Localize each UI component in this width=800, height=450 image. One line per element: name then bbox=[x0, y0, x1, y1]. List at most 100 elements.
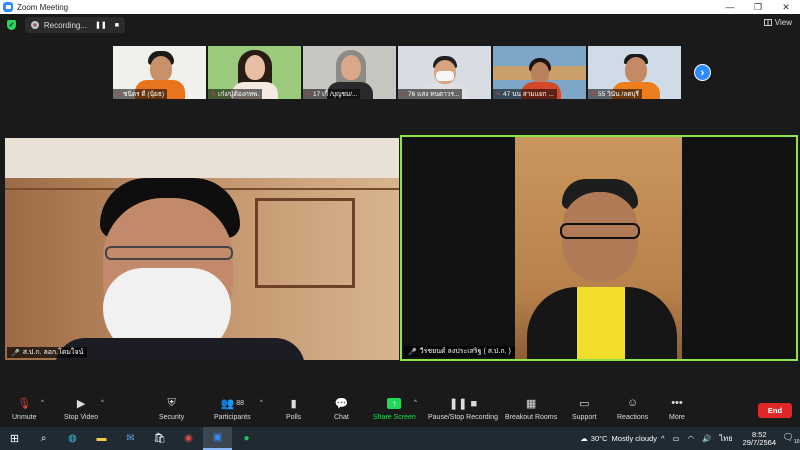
security-shield-icon[interactable]: ✓ bbox=[7, 20, 16, 30]
file-explorer-icon[interactable]: ▬ bbox=[87, 427, 116, 450]
next-page-button[interactable]: › bbox=[694, 64, 711, 81]
muted-mic-icon: ✎ bbox=[401, 91, 407, 98]
security-label: Security bbox=[159, 414, 185, 421]
mic-icon: 🎤 bbox=[11, 349, 20, 357]
grid-view-icon bbox=[763, 19, 772, 26]
clock[interactable]: 8:52 29/7/2564 bbox=[742, 430, 776, 447]
bar-chart-icon: ▮ bbox=[290, 397, 297, 410]
muted-mic-icon: ✎ bbox=[306, 91, 312, 98]
search-icon[interactable]: ⌕ bbox=[29, 427, 58, 450]
chrome-icon[interactable]: ◉ bbox=[174, 427, 203, 450]
participant-thumbnail[interactable]: ✎ 76 แสง ทนตาวร... bbox=[398, 46, 491, 99]
security-button[interactable]: ⛨ Security bbox=[159, 396, 185, 422]
share-screen-icon: ↑ bbox=[387, 396, 402, 410]
more-button[interactable]: ••• More bbox=[669, 396, 685, 421]
participants-count: 88 bbox=[236, 399, 245, 407]
participant-thumbnail[interactable]: ✎ 17 เกื้ /บุญชม/... bbox=[303, 46, 396, 99]
battery-icon[interactable]: ▭ bbox=[673, 434, 680, 443]
video-camera-icon: ▶ bbox=[76, 397, 86, 410]
chat-bubble-icon: 💬 bbox=[334, 397, 349, 410]
unmute-label: Unmute bbox=[12, 414, 37, 421]
notification-count: 10 bbox=[793, 438, 800, 445]
maximize-button[interactable]: ❐ bbox=[744, 2, 772, 13]
smiley-icon: ☺ bbox=[626, 397, 639, 409]
video-tile-active-speaker[interactable]: 🎤 วีรชยนต์ ลงประเสริฐ ( ส.ป.ก. ) bbox=[400, 135, 798, 361]
video-options-caret[interactable]: ^ bbox=[101, 400, 104, 406]
participants-icon: 👥 88 bbox=[220, 397, 245, 410]
support-label: Support bbox=[572, 414, 597, 421]
shield-icon: ⛨ bbox=[167, 396, 176, 409]
store-icon[interactable]: 🛍 bbox=[145, 427, 174, 450]
unmute-button[interactable]: 🎙 Unmute bbox=[12, 396, 37, 422]
participant-thumbnail[interactable]: ✎ 47 นน สามแยก ... bbox=[493, 46, 586, 99]
breakout-rooms-label: Breakout Rooms bbox=[505, 414, 558, 421]
close-button[interactable]: ✕ bbox=[772, 2, 800, 13]
stop-recording-button[interactable]: ■ bbox=[115, 22, 119, 29]
stop-video-label: Stop Video bbox=[64, 414, 99, 421]
stop-video-button[interactable]: ▶ Stop Video bbox=[64, 396, 99, 422]
notification-icon[interactable]: 🗨10 bbox=[782, 432, 800, 445]
support-button[interactable]: ▭ Support bbox=[572, 396, 597, 422]
end-meeting-button[interactable]: End bbox=[758, 403, 792, 418]
weather-cloud-icon: ☁ bbox=[580, 434, 588, 443]
wifi-icon[interactable]: ◠ bbox=[688, 434, 695, 443]
share-screen-label: Share Screen bbox=[373, 414, 416, 421]
tray-overflow-icon[interactable]: ^ bbox=[661, 434, 665, 443]
temperature-text: 30°C bbox=[590, 434, 608, 443]
participant-name-label: ✎ เก๋ง/นู๋ต้องกทพ. bbox=[208, 89, 263, 99]
line-app-icon[interactable]: ● bbox=[232, 427, 261, 450]
muted-mic-icon: ✎ bbox=[116, 91, 122, 98]
mic-icon: 🎤 bbox=[408, 348, 417, 356]
clock-date: 29/7/2564 bbox=[742, 437, 776, 447]
breakout-rooms-button[interactable]: ▦ Breakout Rooms bbox=[505, 396, 558, 422]
share-screen-button[interactable]: ↑ Share Screen bbox=[373, 396, 416, 421]
participant-name-label: ✎ 47 นน สามแยก ... bbox=[493, 89, 557, 99]
video-tile-left[interactable]: 🎤 ส.ป.ก. ลอก.โดมใจน์ bbox=[5, 138, 399, 360]
recording-label: Recording... bbox=[43, 20, 88, 30]
weather-text: Mostly cloudy bbox=[611, 434, 657, 443]
recording-cloud-icon bbox=[31, 21, 39, 29]
participant-thumbnail[interactable]: ✎ 55 วินัน /ลตบุรี bbox=[588, 46, 681, 99]
participant-name-label: ✎ 55 วินัน /ลตบุรี bbox=[588, 89, 643, 99]
pause-stop-icon: ❚❚ ■ bbox=[448, 397, 478, 410]
polls-button[interactable]: ▮ Polls bbox=[286, 396, 302, 422]
muted-mic-icon: ✎ bbox=[496, 91, 502, 98]
minimize-button[interactable]: — bbox=[716, 2, 744, 12]
participant-name-label: ✎ 76 แสง ทนตาวร... bbox=[398, 89, 463, 99]
windows-start-icon[interactable]: ⊞ bbox=[0, 427, 29, 450]
mail-icon[interactable]: ✉ bbox=[116, 427, 145, 450]
participant-thumbnail[interactable]: ✎ เก๋ง/นู๋ต้องกทพ. bbox=[208, 46, 301, 99]
pause-recording-button[interactable]: ❚❚ bbox=[95, 21, 107, 29]
reactions-button[interactable]: ☺ Reactions bbox=[617, 396, 648, 421]
participants-options-caret[interactable]: ^ bbox=[260, 400, 263, 406]
recording-indicator: Recording... ❚❚ ■ bbox=[25, 17, 125, 33]
view-label: View bbox=[774, 18, 792, 27]
chat-button[interactable]: 💬 Chat bbox=[334, 396, 349, 422]
muted-mic-icon: ✎ bbox=[211, 91, 217, 98]
reactions-label: Reactions bbox=[617, 414, 649, 421]
speaker-name-label: 🎤 ส.ป.ก. ลอก.โดมใจน์ bbox=[7, 347, 88, 358]
language-indicator[interactable]: ไทย bbox=[720, 433, 733, 445]
window-title: Zoom Meeting bbox=[17, 2, 69, 12]
edge-browser-icon[interactable]: ◍ bbox=[58, 427, 87, 450]
view-button[interactable]: View bbox=[763, 18, 792, 27]
breakout-grid-icon: ▦ bbox=[525, 397, 537, 410]
participant-thumbnail[interactable]: ✎ ชนิตร ดี (นุ้ยธ) bbox=[113, 46, 206, 99]
zoom-taskbar-icon[interactable]: ▣ bbox=[203, 427, 232, 450]
participants-label: Participants bbox=[214, 414, 251, 421]
pause-stop-recording-button[interactable]: ❚❚ ■ Pause/Stop Recording bbox=[428, 396, 499, 422]
chat-label: Chat bbox=[334, 414, 349, 421]
volume-icon[interactable]: 🔊 bbox=[702, 434, 711, 443]
system-tray: ☁ 30°C Mostly cloudy ^ ▭ ◠ 🔊 ไทย 8:52 29… bbox=[580, 427, 800, 450]
meeting-topbar: ✓ Recording... ❚❚ ■ View bbox=[0, 14, 800, 36]
muted-mic-icon: ✎ bbox=[591, 91, 597, 98]
participant-strip: ✎ ชนิตร ดี (นุ้ยธ) ✎ เก๋ง/นู๋ต้องกทพ. ✎ 17 … bbox=[113, 46, 681, 99]
share-options-caret[interactable]: ^ bbox=[414, 400, 417, 406]
participants-button[interactable]: 👥 88 Participants bbox=[214, 396, 251, 422]
pause-stop-recording-label: Pause/Stop Recording bbox=[428, 414, 499, 421]
audio-options-caret[interactable]: ^ bbox=[41, 400, 44, 406]
windows-taskbar: ⊞ ⌕ ◍ ▬ ✉ 🛍 ◉ ▣ ● ☁ 30°C Mostly cloudy ^… bbox=[0, 427, 800, 450]
participant-name-label: ✎ ชนิตร ดี (นุ้ยธ) bbox=[113, 89, 167, 99]
participant-name-label: ✎ 17 เกื้ /บุญชม/... bbox=[303, 89, 361, 99]
polls-label: Polls bbox=[286, 414, 302, 421]
